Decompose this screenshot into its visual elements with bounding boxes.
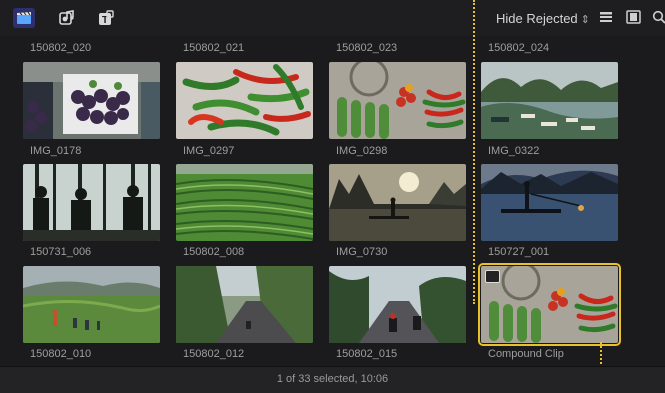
clip-label[interactable]: IMG_0297 [183,145,234,157]
status-bar: 1 of 33 selected, 10:06 [0,366,665,393]
browser-toolbar: T Hide Rejected ⇕ [0,0,665,37]
clip-label[interactable]: 150802_023 [336,42,397,54]
clip-label[interactable]: IMG_0730 [336,246,387,258]
clip-label[interactable]: 150731_006 [30,246,91,258]
clip-label[interactable]: 150802_021 [183,42,244,54]
list-view-icon[interactable] [599,10,615,26]
filmstrip-icon[interactable] [626,10,642,26]
titles-icon[interactable]: T [95,8,117,28]
clip-label[interactable]: IMG_0178 [30,145,81,157]
clip-label[interactable]: 150802_024 [488,42,549,54]
clip-label[interactable]: 150802_015 [336,348,397,360]
search-icon[interactable] [652,10,665,26]
clip-thumbnail-chilies[interactable] [176,62,313,139]
clip-thumbnail-river-boats[interactable] [481,62,618,139]
selection-status: 1 of 33 selected, 10:06 [276,373,389,385]
clip-thumbnail-hikers[interactable] [23,266,160,343]
clapperboard-icon[interactable] [13,8,35,28]
clip-label[interactable]: IMG_0298 [336,145,387,157]
clip-label[interactable]: 150727_001 [488,246,549,258]
clip-label[interactable]: 150802_010 [30,348,91,360]
clip-thumbnail-fisherman-lake[interactable] [481,164,618,241]
clip-thumbnail-forest-silhouettes[interactable] [23,164,160,241]
clip-thumbnail-sunset-river[interactable] [329,164,466,241]
clip-label[interactable]: 150802_008 [183,246,244,258]
photo-music-icon[interactable] [56,8,78,28]
clip-thumbnail-vegetables[interactable] [329,62,466,139]
chevron-updown-icon: ⇕ [580,14,590,26]
callout-dotted-line [473,0,475,304]
compound-clip-icon [485,270,500,283]
clip-thumbnail-grapes[interactable] [23,62,160,139]
clip-label[interactable]: 150802_020 [30,42,91,54]
clip-label[interactable]: Compound Clip [488,348,564,360]
filter-popup[interactable]: Hide Rejected ⇕ [496,11,590,26]
clip-label[interactable]: IMG_0322 [488,145,539,157]
clip-label[interactable]: 150802_012 [183,348,244,360]
clip-thumbnail-rice-terraces[interactable] [176,164,313,241]
filter-label: Hide Rejected [496,11,578,26]
clip-thumbnail-motorbike-road[interactable] [329,266,466,343]
clip-thumbnail-mountain-road[interactable] [176,266,313,343]
